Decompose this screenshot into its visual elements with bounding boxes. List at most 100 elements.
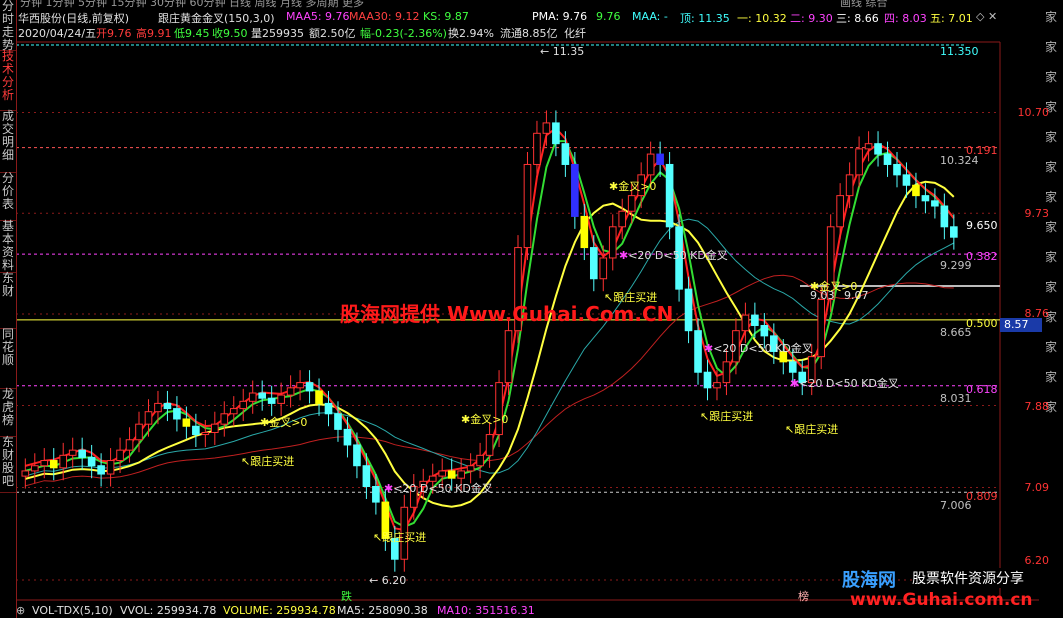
- candle-body: [116, 449, 124, 462]
- signal-text: <20 D<50 KD金叉: [628, 249, 728, 262]
- ma5-value: MA5: 258090.38: [337, 604, 428, 617]
- signal-kd: ✱<20 D<50 KD金叉: [790, 375, 899, 391]
- high-label: 高9.91: [136, 27, 172, 40]
- candle-body: [343, 428, 352, 446]
- star-icon: ✱: [260, 416, 270, 429]
- buy-signal: ↖跟庄买进: [241, 455, 295, 468]
- signal-text: 跟庄买进: [709, 410, 754, 423]
- volume-value: VOLUME: 259934.78: [223, 604, 336, 617]
- signal-golden: ✱金叉>0: [810, 278, 857, 294]
- draw-tabs[interactable]: 画线 综合: [840, 0, 888, 10]
- left-tab[interactable]: 龙虎榜: [0, 388, 16, 437]
- right-char: 家: [1044, 40, 1057, 54]
- candle-body: [182, 418, 191, 427]
- candle-body: [523, 163, 532, 249]
- candle-body: [713, 382, 721, 389]
- candle-body: [760, 324, 769, 337]
- axis-tick: 7.09: [1024, 481, 1050, 494]
- signal-text: <20 D<50 KD金叉: [393, 482, 493, 495]
- left-tab[interactable]: 技术分析: [0, 50, 16, 111]
- signal-kd: ✱<20 D<50 KD金叉: [704, 340, 813, 356]
- candle-body: [144, 411, 153, 425]
- left-tab[interactable]: 分时走势: [0, 0, 16, 52]
- candle-body: [106, 460, 115, 475]
- candle-body: [21, 470, 30, 477]
- left-tab[interactable]: 东财股吧: [0, 436, 16, 493]
- candle-body: [722, 361, 731, 384]
- candle-body: [931, 200, 939, 207]
- vol-indicator-name[interactable]: VOL-TDX(5,10): [32, 604, 113, 617]
- date-label: 2020/04/24/五: [18, 27, 97, 40]
- right-char: 家: [1044, 250, 1057, 264]
- left-tab[interactable]: 分价表: [0, 172, 16, 221]
- signal-text: 金叉>0: [269, 416, 308, 429]
- one-value: 一: 10.32: [737, 12, 787, 25]
- settings-icon[interactable]: ⊕: [16, 604, 25, 617]
- candle-body: [220, 413, 229, 425]
- candle-body: [324, 402, 333, 415]
- right-char: 家: [1044, 370, 1057, 384]
- ma10-value: MA10: 351516.31: [437, 604, 535, 617]
- float-label: 流通8.85亿: [500, 27, 558, 40]
- candle-body: [940, 205, 949, 228]
- stock-title: 华西股份(日线,前复权): [18, 12, 130, 25]
- change-label: 幅-0.23(-2.36%): [360, 27, 447, 40]
- price-note: 9.650: [966, 219, 998, 232]
- candle-body: [466, 465, 475, 472]
- signal-text: 跟庄买进: [382, 531, 427, 544]
- candle-body: [845, 174, 854, 197]
- signal-text: 金叉>0: [470, 413, 509, 426]
- signal-text: 跟庄买进: [250, 455, 295, 468]
- candle-body: [950, 226, 958, 238]
- fib-value: 7.006: [940, 499, 972, 512]
- candle-body: [192, 425, 200, 436]
- fib-value: 8.031: [940, 392, 972, 405]
- right-char: 家: [1044, 220, 1057, 234]
- two-value: 二: 9.30: [790, 12, 833, 25]
- candle-body: [125, 439, 134, 451]
- candle-body: [135, 423, 143, 441]
- site-logo: 股海网 股票软件资源分享 www.Guhai.com.cn: [842, 566, 1062, 614]
- candle-body: [59, 454, 68, 469]
- candle-body: [874, 143, 882, 155]
- signal-text: 跟庄买进: [794, 423, 839, 436]
- candle-body: [533, 132, 541, 165]
- left-tab[interactable]: 东财: [0, 272, 16, 329]
- candle-body: [438, 470, 447, 477]
- right-char: 家: [1044, 280, 1057, 294]
- top-price-label: 11.350: [940, 45, 979, 58]
- indicator-name[interactable]: 跟庄黄金金叉(150,3,0): [158, 10, 275, 26]
- candle-body: [741, 314, 750, 332]
- left-tab[interactable]: 成交明细: [0, 110, 16, 173]
- candle-body: [855, 148, 863, 176]
- candle-body: [627, 195, 636, 212]
- candle-body: [646, 153, 655, 176]
- star-icon: ✱: [609, 180, 619, 193]
- left-tab[interactable]: 同花顺: [0, 328, 16, 389]
- candle-body: [248, 392, 257, 402]
- candle-body: [504, 330, 513, 384]
- buy-signal: ↖跟庄买进: [700, 410, 754, 423]
- signal-kd: ✱<20 D<50 KD金叉: [619, 247, 728, 263]
- period-tabs[interactable]: 分钟 1分钟 5分钟 15分钟 30分钟 60分钟 日线 周线 月线 多周期 更…: [20, 0, 364, 10]
- star-icon: ✱: [704, 342, 714, 355]
- candle-body: [68, 449, 77, 456]
- ks-value: KS: 9.87: [423, 10, 469, 23]
- industry-label: 化纤: [564, 27, 586, 40]
- candle-body: [817, 299, 826, 358]
- buy-signal: ↖跟庄买进: [785, 423, 839, 436]
- candle-body: [78, 449, 86, 458]
- low-value: 6.20: [381, 574, 407, 587]
- candle-body: [656, 153, 664, 165]
- candle-body: [163, 402, 172, 410]
- fib-value: 10.324: [940, 154, 979, 167]
- close-icon[interactable]: ◇ ✕: [976, 10, 997, 23]
- candle-body: [173, 408, 181, 420]
- turnover-label: 换2.94%: [448, 27, 494, 40]
- ding-value: 顶: 11.35: [680, 12, 730, 25]
- candle-body: [97, 465, 105, 475]
- left-tab[interactable]: 基本资料: [0, 220, 16, 273]
- candle-body: [49, 460, 58, 469]
- candle-body: [921, 195, 930, 202]
- candle-body: [229, 408, 238, 415]
